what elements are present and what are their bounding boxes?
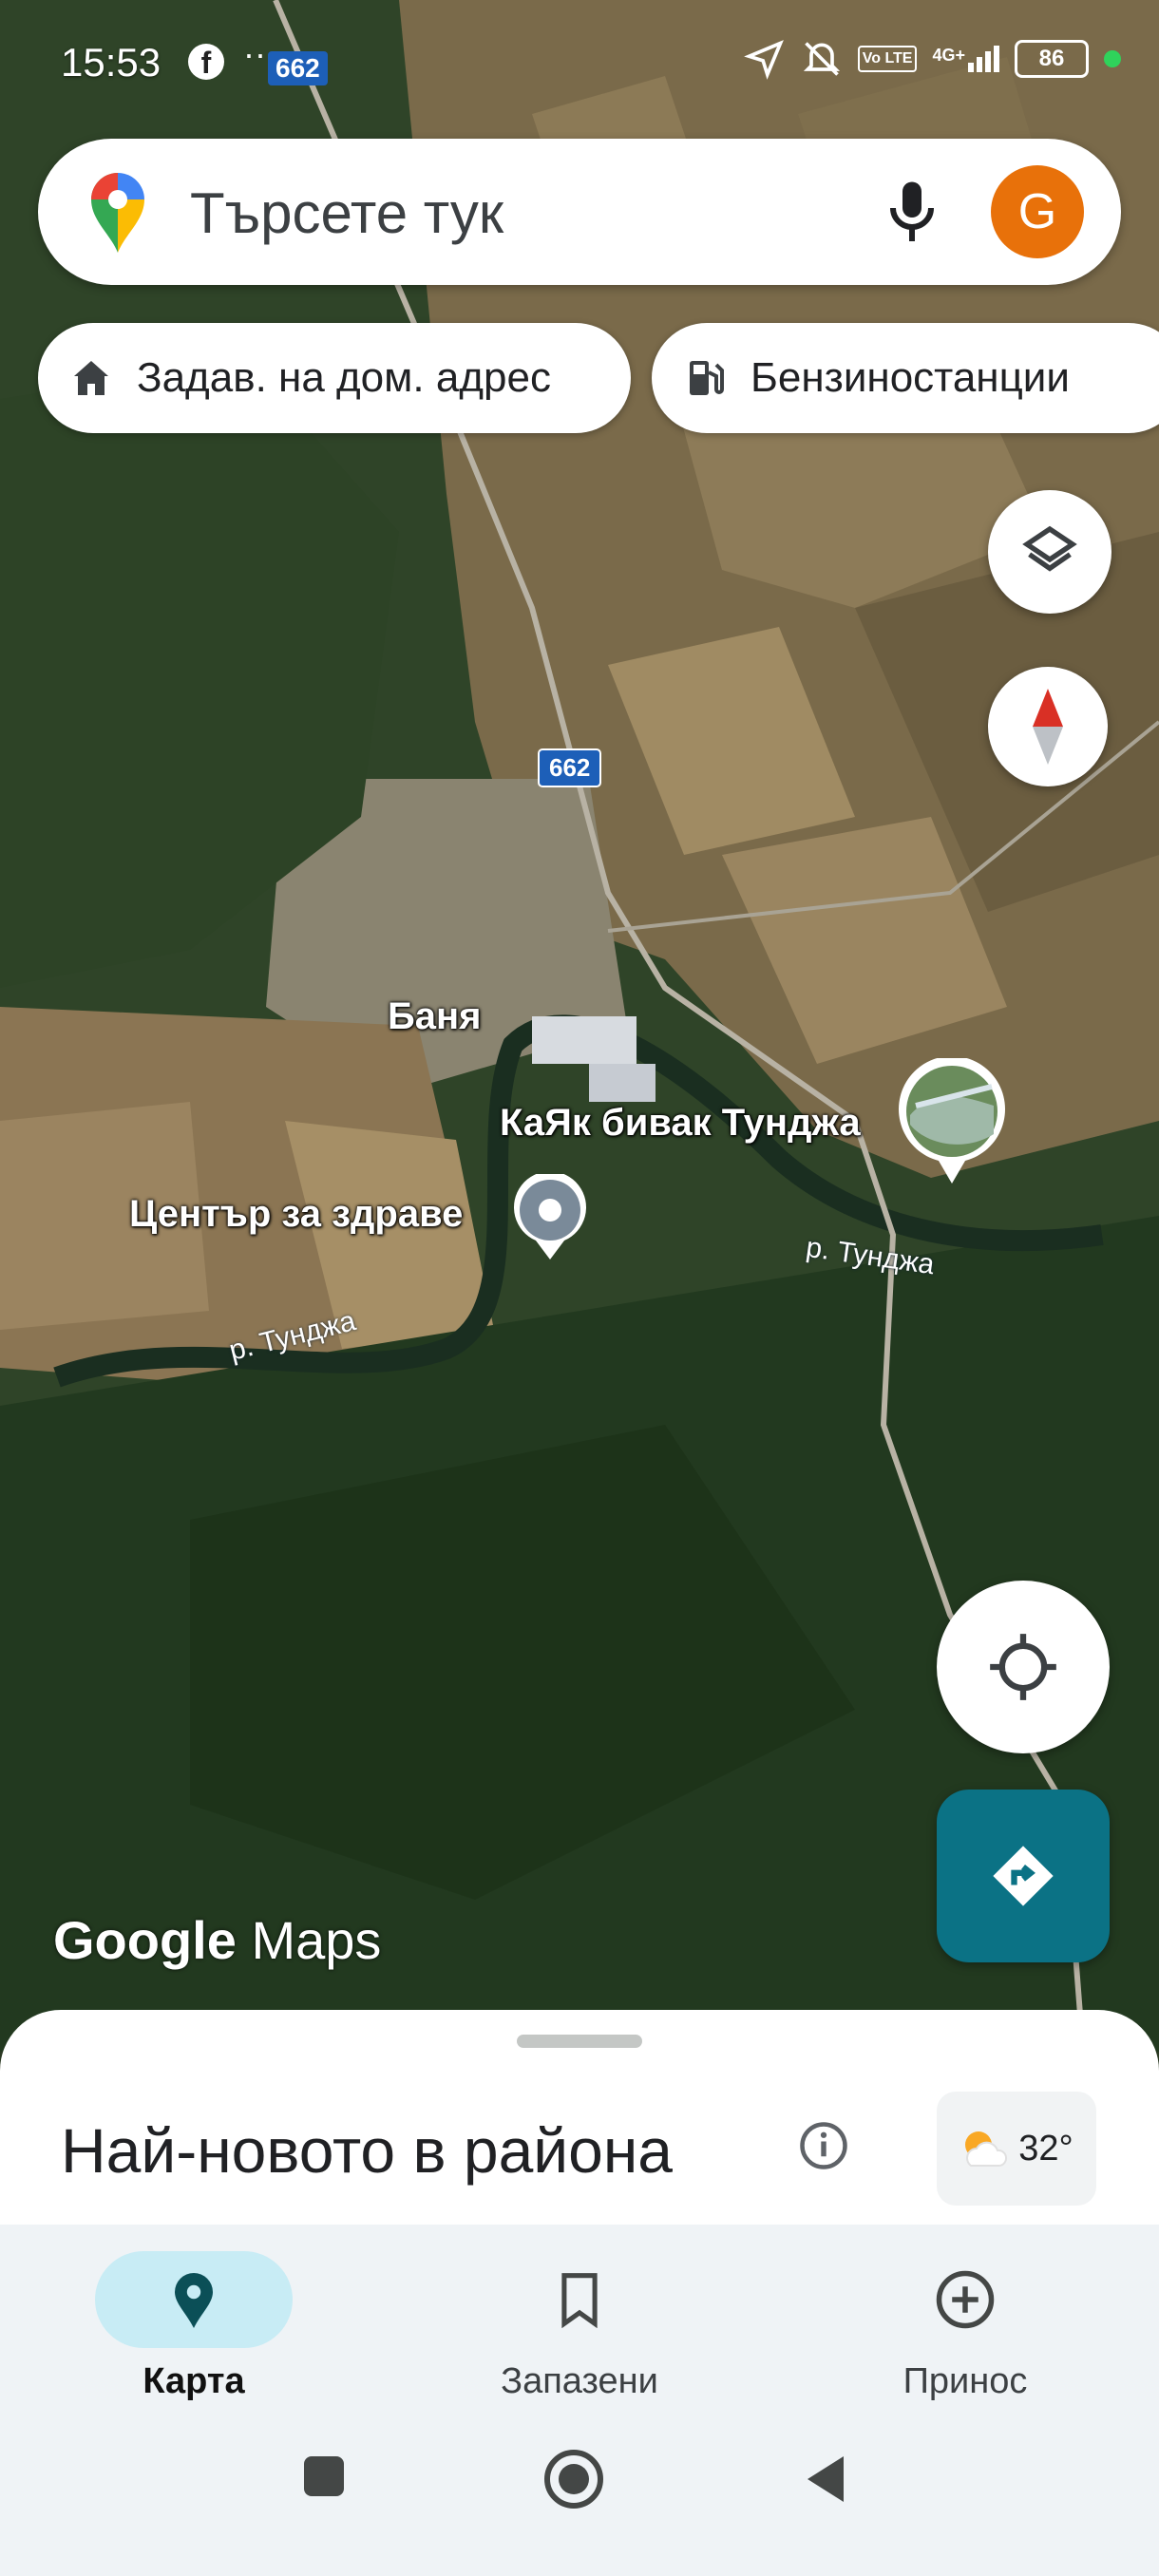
search-input[interactable]: Търсете тук (190, 180, 504, 246)
active-pill (95, 2251, 293, 2348)
directions-icon (993, 1846, 1054, 1906)
location-arrow-icon (743, 40, 784, 80)
google-maps-pin-icon (91, 173, 144, 253)
search-bar[interactable]: Търсете тук G (38, 139, 1121, 285)
home-nav-icon[interactable] (543, 2449, 604, 2510)
bottom-sheet[interactable]: Най-новото в района 32° (0, 2010, 1159, 2228)
nav-label-saved: Запазени (501, 2361, 658, 2401)
map-pin-icon (175, 2273, 213, 2328)
directions-button[interactable] (937, 1790, 1110, 1962)
weather-chip[interactable]: 32° (937, 2092, 1096, 2206)
battery-indicator: 86 (1015, 40, 1089, 78)
status-road-badge: 662 (268, 51, 328, 85)
status-indicators: Vo LTE 4G+ 86 (743, 38, 1121, 80)
google-maps-logo: Google Maps (53, 1909, 381, 1971)
recent-apps-icon[interactable] (300, 2453, 348, 2500)
health-center-pin[interactable] (513, 1171, 587, 1260)
nav-label-contribute: Принос (902, 2361, 1028, 2401)
chip-gas-label: Бензиностанции (750, 354, 1070, 401)
signal-icon: 4G+ (932, 46, 999, 72)
sheet-title: Най-новото в района (61, 2115, 674, 2186)
photo-pin-icon (899, 1055, 1005, 1184)
account-avatar[interactable]: G (991, 165, 1084, 258)
privacy-dot (1104, 50, 1121, 67)
compass-icon (1033, 689, 1063, 765)
bottom-navigation: Карта Запазени Принос (0, 2225, 1159, 2576)
nav-label-map: Карта (142, 2361, 245, 2401)
volte-badge: Vo LTE (857, 46, 918, 72)
home-icon (74, 361, 108, 395)
kayak-photo-pin[interactable] (897, 1055, 1007, 1184)
my-location-button[interactable] (937, 1581, 1110, 1753)
add-circle-icon (936, 2270, 995, 2329)
weather-temp: 32° (1018, 2128, 1074, 2169)
bookmark-icon (561, 2273, 598, 2328)
nav-item-saved[interactable]: Запазени (437, 2247, 722, 2402)
compass-button[interactable] (988, 667, 1108, 786)
chip-gas-stations[interactable]: Бензиностанции (652, 323, 1159, 433)
place-label-banya[interactable]: Баня (388, 995, 482, 1038)
place-label-health[interactable]: Център за здраве (129, 1193, 463, 1236)
partly-cloudy-icon (965, 2131, 1008, 2167)
nav-item-contribute[interactable]: Принос (823, 2247, 1108, 2402)
logo-product: Maps (251, 1910, 382, 1970)
back-nav-icon[interactable] (802, 2453, 849, 2506)
logo-brand: Google (53, 1910, 237, 1970)
status-time: 15:53 (61, 40, 162, 85)
chip-set-home-address[interactable]: Задав. на дом. адрес (38, 323, 631, 433)
nav-item-map[interactable]: Карта (51, 2247, 336, 2402)
facebook-icon: f (188, 44, 224, 80)
mute-bell-icon (803, 42, 840, 76)
microphone-icon[interactable] (884, 177, 940, 249)
network-type: 4G+ (932, 46, 965, 65)
sheet-drag-handle[interactable] (517, 2035, 642, 2048)
layers-icon (1022, 525, 1077, 572)
layers-button[interactable] (988, 490, 1112, 614)
place-label-kayak[interactable]: КаЯк бивак Тунджа (500, 1102, 861, 1145)
crosshair-icon (990, 1634, 1056, 1700)
map-pin-icon (514, 1171, 586, 1260)
chip-home-label: Задав. на дом. адрес (137, 354, 551, 401)
info-icon[interactable] (798, 2120, 849, 2171)
road-shield-662: 662 (538, 748, 602, 787)
status-bar: 15:53 f ··· 662 Vo LTE 4G+ 86 (0, 0, 1159, 133)
gas-station-icon (690, 361, 724, 395)
